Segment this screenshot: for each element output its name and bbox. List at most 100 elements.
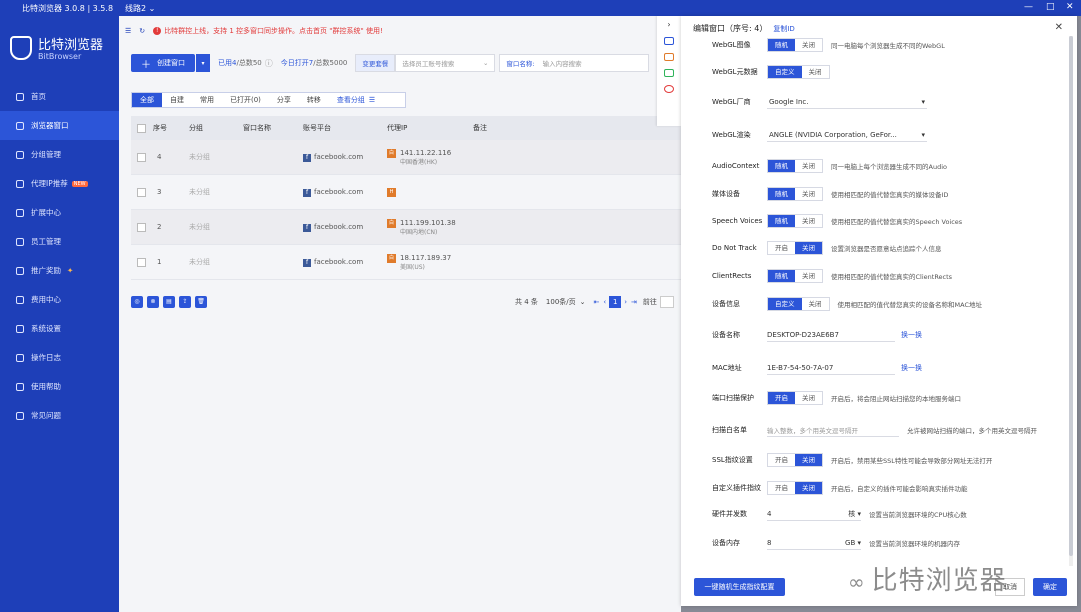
sidebar-item-billing[interactable]: 费用中心 [0, 285, 119, 314]
col-window-name[interactable]: 窗口名称 [243, 123, 303, 133]
ssl-toggle[interactable]: 开启 关闭 [767, 453, 823, 467]
cpu-select[interactable]: 4核 ▾ [767, 507, 861, 521]
table-row[interactable]: 3 未分组 f facebook.com H [131, 175, 681, 210]
option-random[interactable]: 随机 [768, 39, 795, 51]
audio-toggle[interactable]: 随机 关闭 [767, 159, 823, 173]
sidebar-item-rewards[interactable]: 推广奖励 ✦ [0, 256, 119, 285]
speech-toggle[interactable]: 随机 关闭 [767, 214, 823, 228]
select-all-checkbox[interactable] [137, 123, 146, 133]
maximize-icon[interactable]: □ [1046, 2, 1055, 12]
option-off[interactable]: 关闭 [795, 215, 822, 227]
tab-view-group[interactable]: 查看分组 ☰ [329, 93, 383, 107]
random-fingerprint-button[interactable]: 一键随机生成指纹配置 [694, 578, 785, 596]
rects-toggle[interactable]: 随机 关闭 [767, 269, 823, 283]
sidebar-item-help[interactable]: 使用帮助 [0, 372, 119, 401]
table-row[interactable]: 2 未分组 f facebook.com 白 111.199.101.38 中国内地(… [131, 210, 681, 245]
media-toggle[interactable]: 随机 关闭 [767, 187, 823, 201]
close-icon[interactable]: ✕ [1066, 2, 1074, 12]
batch-open-icon[interactable]: ◎ [131, 296, 143, 308]
option-random[interactable]: 随机 [768, 270, 795, 282]
sidebar-item-settings[interactable]: 系统设置 [0, 314, 119, 343]
sidebar-item-logs[interactable]: 操作日志 [0, 343, 119, 372]
employee-select[interactable]: 选择员工账号搜索 ⌄ [395, 54, 496, 72]
scrollbar-thumb[interactable] [1069, 36, 1073, 556]
first-page-icon[interactable]: ⇤ [594, 298, 600, 306]
option-custom[interactable]: 自定义 [768, 66, 802, 78]
row-checkbox[interactable] [137, 257, 146, 267]
option-off[interactable]: 关闭 [795, 454, 822, 466]
option-random[interactable]: 随机 [768, 160, 795, 172]
webgl-meta-toggle[interactable]: 自定义 关闭 [767, 65, 830, 79]
last-page-icon[interactable]: ⇥ [631, 298, 637, 306]
dnt-toggle[interactable]: 开启 关闭 [767, 241, 823, 255]
sidebar-item-home[interactable]: 首页 [0, 82, 119, 111]
option-off[interactable]: 关闭 [795, 188, 822, 200]
option-off[interactable]: 关闭 [801, 298, 829, 310]
toggle-icon[interactable] [664, 69, 674, 77]
batch-close-icon[interactable]: ⊗ [147, 296, 159, 308]
create-dropdown-button[interactable]: ▾ [196, 54, 210, 72]
webgl-render-select[interactable]: ANGLE (NVIDIA Corporation, GeFor... ▾ [767, 128, 927, 142]
sidebar-item-staff[interactable]: 员工管理 [0, 227, 119, 256]
create-window-button[interactable]: ＋ 创建窗口 [131, 54, 195, 72]
option-off[interactable]: 关闭 [795, 242, 822, 254]
option-off[interactable]: 关闭 [795, 270, 822, 282]
option-off[interactable]: 关闭 [795, 392, 822, 404]
row-checkbox[interactable] [137, 152, 146, 162]
option-on[interactable]: 开启 [768, 392, 795, 404]
drawer-close-icon[interactable]: ✕ [1055, 22, 1063, 33]
batch-edit-icon[interactable]: ▤ [163, 296, 175, 308]
mem-select[interactable]: 8 GB ▾ [767, 536, 861, 550]
tab-self[interactable]: 自建 [162, 93, 192, 107]
table-row[interactable]: 1 未分组 f facebook.com 白 18.117.189.37 美国(US) [131, 245, 681, 280]
chevron-right-icon[interactable]: › [657, 20, 681, 29]
monitor-icon[interactable] [664, 37, 674, 45]
option-on[interactable]: 开启 [768, 242, 795, 254]
webgl-image-toggle[interactable]: 随机 关闭 [767, 38, 823, 52]
page-number[interactable]: 1 [609, 296, 622, 308]
sidebar-item-faq[interactable]: 常见问题 [0, 401, 119, 430]
device-name-input[interactable]: DESKTOP-D23AE6B7 [767, 328, 895, 342]
sidebar-item-groups[interactable]: 分组管理 [0, 140, 119, 169]
prev-page-icon[interactable]: ‹ [603, 298, 606, 306]
table-row[interactable]: 4 未分组 f facebook.com 白 141.11.22.116 中国香港(H… [131, 140, 681, 175]
regenerate-device-name-link[interactable]: 换一换 [901, 330, 922, 340]
drawer-scrollbar[interactable] [1069, 36, 1073, 566]
minimize-icon[interactable]: — [1024, 2, 1033, 12]
regenerate-mac-link[interactable]: 换一换 [901, 363, 922, 373]
batch-delete-icon[interactable]: 🗑 [195, 296, 207, 308]
page-size-select[interactable]: 100条/页 [546, 297, 576, 307]
row-checkbox[interactable] [137, 222, 146, 232]
fingerprint-icon[interactable] [664, 85, 674, 93]
option-random[interactable]: 随机 [768, 188, 795, 200]
next-page-icon[interactable]: › [624, 298, 627, 306]
option-custom[interactable]: 自定义 [768, 298, 802, 310]
option-off[interactable]: 关闭 [795, 39, 822, 51]
window-name-search[interactable]: 窗口名称: 输入内容搜索 [499, 54, 650, 72]
sidebar-item-proxy[interactable]: 代理IP推荐 NEW [0, 169, 119, 198]
option-off[interactable]: 关闭 [801, 66, 829, 78]
tab-all[interactable]: 全部 [132, 93, 162, 107]
collapse-menu-icon[interactable]: ☰ [125, 27, 131, 35]
tab-shared[interactable]: 分享 [269, 93, 299, 107]
sidebar-item-browser-windows[interactable]: 浏览器窗口 [0, 111, 119, 140]
row-checkbox[interactable] [137, 187, 146, 197]
tab-common[interactable]: 常用 [192, 93, 222, 107]
whitelist-input[interactable]: 输入整数，多个用英文逗号隔开 [767, 423, 899, 437]
device-toggle[interactable]: 自定义 关闭 [767, 297, 830, 311]
option-random[interactable]: 随机 [768, 215, 795, 227]
copy-id-link[interactable]: 复制ID [773, 25, 794, 33]
option-off[interactable]: 关闭 [795, 482, 822, 494]
option-on[interactable]: 开启 [768, 454, 795, 466]
webgl-vendor-select[interactable]: Google Inc. ▾ [767, 95, 927, 109]
refresh-icon[interactable]: ↻ [139, 27, 145, 35]
mac-input[interactable]: 1E-B7-54-50-7A-07 [767, 361, 895, 375]
col-index[interactable]: 序号 [153, 123, 189, 133]
option-on[interactable]: 开启 [768, 482, 795, 494]
plugin-toggle[interactable]: 开启 关闭 [767, 481, 823, 495]
port-toggle[interactable]: 开启 关闭 [767, 391, 823, 405]
sidebar-item-extensions[interactable]: 扩展中心 [0, 198, 119, 227]
goto-input[interactable] [659, 296, 674, 308]
chat-icon[interactable] [664, 53, 674, 61]
option-off[interactable]: 关闭 [795, 160, 822, 172]
